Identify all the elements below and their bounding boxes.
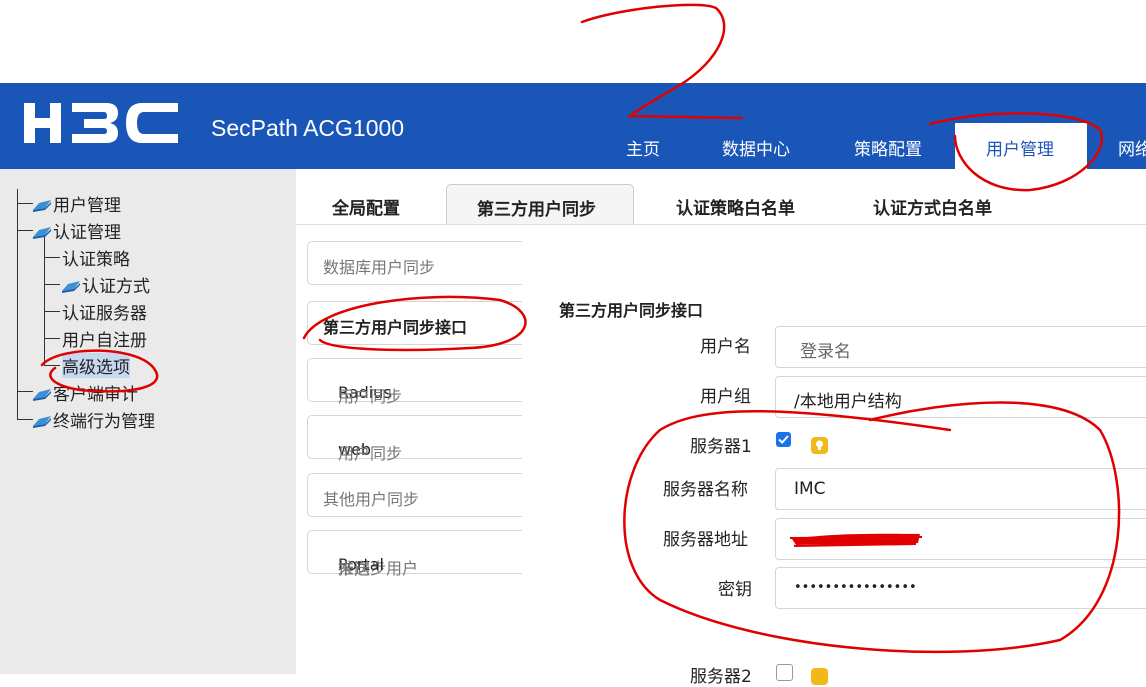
server2-checkbox[interactable] bbox=[776, 664, 793, 681]
top-header: SecPath ACG1000 主页 数据中心 策略配置 用户管理 网络 bbox=[0, 83, 1146, 169]
sidebar-tree: 用户管理 认证管理 认证策略 认证方式 认证服务器 用户自注册 高级选项 客户端… bbox=[0, 169, 296, 674]
secret-input[interactable]: •••••••••••••••• bbox=[775, 567, 1146, 609]
server1-label: 服务器1 bbox=[690, 437, 752, 457]
sidebar-item-terminal-behavior[interactable]: 终端行为管理 bbox=[33, 407, 155, 432]
h3c-logo bbox=[24, 103, 178, 143]
check-icon bbox=[778, 435, 789, 444]
folder-icon bbox=[33, 416, 51, 428]
form-title: 第三方用户同步接口 bbox=[559, 301, 704, 320]
nav-network[interactable]: 网络 bbox=[1118, 135, 1146, 160]
sync-menu-portal-push[interactable]: 未同步用户 Portal 推送 bbox=[307, 530, 522, 578]
sync-menu-web[interactable]: web 用户同步 bbox=[307, 415, 522, 463]
sidebar-item-advanced-options[interactable]: 高级选项 bbox=[62, 353, 130, 378]
sidebar-item-auth-method[interactable]: 认证方式 bbox=[62, 272, 150, 297]
tab-third-party-sync[interactable]: 第三方用户同步 bbox=[446, 184, 634, 225]
product-name: SecPath ACG1000 bbox=[211, 115, 405, 141]
server-address-input[interactable] bbox=[775, 518, 1146, 560]
folder-icon bbox=[33, 389, 51, 401]
sidebar-item-user-management[interactable]: 用户管理 bbox=[33, 191, 121, 216]
sidebar-item-self-register[interactable]: 用户自注册 bbox=[62, 326, 147, 351]
tabs-divider bbox=[296, 224, 1146, 225]
server-name-input[interactable]: IMC bbox=[775, 468, 1146, 510]
username-input[interactable]: 登录名 bbox=[775, 326, 1146, 368]
usergroup-input[interactable]: /本地用户结构 bbox=[775, 376, 1146, 418]
server1-checkbox[interactable] bbox=[776, 432, 791, 447]
sync-menu-radius[interactable]: Radius 用户同步 bbox=[307, 358, 522, 406]
server-name-label: 服务器名称 bbox=[663, 480, 748, 500]
redaction-mark bbox=[790, 533, 923, 547]
sidebar-item-auth-management[interactable]: 认证管理 bbox=[33, 218, 121, 243]
nav-data-center[interactable]: 数据中心 bbox=[722, 135, 790, 160]
username-label: 用户名 bbox=[700, 337, 751, 357]
usergroup-label: 用户组 bbox=[700, 387, 751, 407]
secret-label: 密钥 bbox=[718, 580, 752, 600]
help-bulb-icon[interactable] bbox=[811, 668, 828, 685]
folder-icon bbox=[33, 227, 51, 239]
server2-label: 服务器2 bbox=[690, 667, 752, 687]
nav-user-management-label: 用户管理 bbox=[986, 140, 1054, 160]
folder-icon bbox=[33, 200, 51, 212]
nav-home[interactable]: 主页 bbox=[626, 135, 660, 160]
sidebar-item-auth-policy[interactable]: 认证策略 bbox=[62, 245, 130, 270]
nav-user-management[interactable]: 用户管理 bbox=[955, 123, 1087, 169]
sidebar-item-auth-server[interactable]: 认证服务器 bbox=[62, 299, 147, 324]
sync-menu-other[interactable]: 其他用户同步 bbox=[307, 473, 522, 517]
sidebar-item-client-audit[interactable]: 客户端审计 bbox=[33, 380, 138, 405]
nav-policy-config[interactable]: 策略配置 bbox=[854, 135, 922, 160]
help-bulb-icon[interactable] bbox=[811, 437, 828, 454]
sync-menu-database[interactable]: 数据库用户同步 bbox=[307, 241, 522, 285]
server-address-label: 服务器地址 bbox=[663, 530, 748, 550]
folder-icon bbox=[62, 281, 80, 293]
sync-menu-third-party-interface[interactable]: 第三方用户同步接口 bbox=[307, 301, 522, 345]
